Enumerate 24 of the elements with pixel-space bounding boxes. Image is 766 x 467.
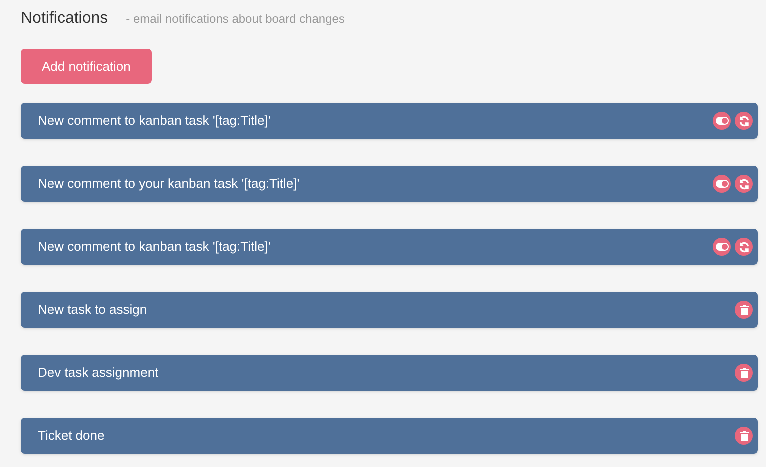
notification-label: New comment to your kanban task '[tag:Title]': [38, 175, 301, 194]
toggle-switch[interactable]: [713, 175, 731, 193]
refresh-icon[interactable]: [735, 175, 753, 193]
notification-label: New task to assign: [38, 301, 148, 320]
trash-icon[interactable]: [735, 427, 753, 445]
trash-icon[interactable]: [735, 301, 753, 319]
notification-label: New comment to kanban task '[tag:Title]': [38, 238, 272, 256]
notification-label: Ticket done: [38, 427, 106, 446]
toggle-switch[interactable]: [713, 238, 731, 256]
notification-bar[interactable]: Ticket done: [21, 418, 758, 454]
page-title: Notifications: [21, 9, 108, 29]
notification-bar[interactable]: New comment to your kanban task '[tag:Title]': [21, 166, 758, 202]
add-notification-button[interactable]: Add notification: [21, 49, 152, 84]
notification-bar[interactable]: New task to assign: [21, 292, 758, 328]
notification-label: Dev task assignment: [38, 364, 160, 382]
notification-bar[interactable]: Dev task assignment: [21, 355, 758, 391]
notification-bar[interactable]: New comment to kanban task '[tag:Title]': [21, 103, 758, 139]
trash-icon[interactable]: [735, 364, 753, 382]
notification-bar[interactable]: New comment to kanban task '[tag:Title]': [21, 229, 758, 265]
page-subtitle: - email notifications about board changes: [126, 11, 345, 28]
toggle-switch[interactable]: [713, 112, 731, 130]
refresh-icon[interactable]: [735, 112, 753, 130]
notification-label: New comment to kanban task '[tag:Title]': [38, 112, 272, 130]
refresh-icon[interactable]: [735, 238, 753, 256]
